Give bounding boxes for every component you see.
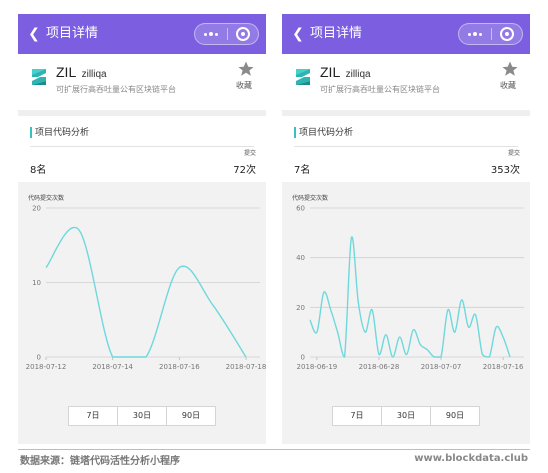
favorite-label[interactable]: 收藏 <box>500 80 516 91</box>
project-name: ZIL zilliqa <box>320 64 371 80</box>
commits-label: 提交 <box>507 150 520 157</box>
section-underline <box>30 146 254 147</box>
more-icon[interactable] <box>459 24 491 44</box>
section-title: 项目代码分析 <box>299 128 354 138</box>
navigation-bar: ❮ 项目详情 <box>18 14 266 54</box>
x-tick-label: 2018-07-07 <box>421 363 462 371</box>
range-tabs: 7日 30日 90日 <box>68 406 216 426</box>
commit-line-chart: 代码提交次数 0 10 20 2018-07-12 2018-07-14 2018-07-1… <box>26 194 267 371</box>
rank-value: 8名 <box>30 165 47 176</box>
tab-90d[interactable]: 90日 <box>431 407 479 425</box>
navigation-bar: ❮ 项目详情 <box>282 14 530 54</box>
project-symbol: ZIL <box>320 64 340 80</box>
section-accent-bar <box>30 127 32 138</box>
page-title: 项目详情 <box>46 26 99 41</box>
project-header: ZIL zilliqa 可扩展行高吞吐量公有区块链平台 收藏 <box>18 54 266 110</box>
footer-divider <box>18 449 530 450</box>
mini-program-capsule <box>458 23 523 45</box>
section-header: 项目代码分析 <box>18 116 266 150</box>
commit-chart-card: 代码提交次数 0 10 20 2018-07-12 2018-07-14 2018-07-1… <box>18 182 266 444</box>
series-line <box>309 236 511 358</box>
y-tick-label: 40 <box>296 254 305 262</box>
project-fullname: zilliqa <box>345 69 371 80</box>
chart-title: 代码提交次数 <box>292 194 328 202</box>
y-tick-label: 20 <box>296 304 305 312</box>
capsule-divider <box>491 28 492 40</box>
section-title: 项目代码分析 <box>35 128 90 138</box>
project-symbol: ZIL <box>56 64 76 80</box>
project-description: 可扩展行高吞吐量公有区块链平台 <box>320 85 440 94</box>
range-tabs: 7日 30日 90日 <box>332 406 480 426</box>
favorite-label[interactable]: 收藏 <box>236 80 252 91</box>
x-tick-label: 2018-07-16 <box>159 363 200 371</box>
project-name: ZIL zilliqa <box>56 64 107 80</box>
x-tick-label: 2018-07-16 <box>483 363 524 371</box>
mini-program-capsule <box>194 23 259 45</box>
x-tick-label: 2018-07-14 <box>92 363 133 371</box>
data-source-caption: 数据来源：链塔代码活性分析小程序 <box>20 456 180 467</box>
x-tick-label: 2018-07-12 <box>26 363 67 371</box>
y-tick-label: 60 <box>296 205 305 213</box>
commit-count: 72次 <box>233 165 256 176</box>
rank-value: 7名 <box>294 165 311 176</box>
more-icon[interactable] <box>195 24 227 44</box>
website-caption: www.blockdata.club <box>414 453 528 464</box>
x-tick-label: 2018-06-28 <box>359 363 400 371</box>
section-accent-bar <box>294 127 296 138</box>
star-icon[interactable] <box>501 60 519 78</box>
page-title: 项目详情 <box>310 26 363 41</box>
x-tick-label: 2018-06-19 <box>297 363 338 371</box>
mini-program-screen-right: ❮ 项目详情 ZIL zilliqa 可扩展行高吞吐量公有区块链平台 收藏 项目… <box>282 14 530 444</box>
y-tick-label: 0 <box>301 354 305 362</box>
close-circle-icon[interactable] <box>500 27 514 41</box>
zilliqa-logo-icon <box>296 69 310 85</box>
star-icon[interactable] <box>237 60 255 78</box>
series-line <box>45 226 247 358</box>
commit-line-chart: 代码提交次数 0 20 40 60 2018-06-19 2018-06-28 2018-07… <box>292 194 524 371</box>
project-header: ZIL zilliqa 可扩展行高吞吐量公有区块链平台 收藏 <box>282 54 530 110</box>
project-description: 可扩展行高吞吐量公有区块链平台 <box>56 85 176 94</box>
chevron-left-icon[interactable]: ❮ <box>26 25 42 43</box>
x-tick-label: 2018-07-18 <box>226 363 267 371</box>
y-tick-label: 0 <box>37 354 41 362</box>
commit-chart-card: 代码提交次数 0 20 40 60 2018-06-19 2018-06-28 2018-07… <box>282 182 530 444</box>
chart-title: 代码提交次数 <box>28 194 64 202</box>
project-fullname: zilliqa <box>81 69 107 80</box>
section-underline <box>294 146 518 147</box>
tab-7d[interactable]: 7日 <box>333 407 382 425</box>
tab-30d[interactable]: 30日 <box>118 407 167 425</box>
y-tick-label: 20 <box>32 205 41 213</box>
tab-7d[interactable]: 7日 <box>69 407 118 425</box>
capsule-divider <box>227 28 228 40</box>
commits-label: 提交 <box>243 150 256 157</box>
commit-count: 353次 <box>490 165 520 176</box>
tab-30d[interactable]: 30日 <box>382 407 431 425</box>
y-tick-label: 10 <box>32 279 41 287</box>
chevron-left-icon[interactable]: ❮ <box>290 25 306 43</box>
tab-90d[interactable]: 90日 <box>167 407 215 425</box>
mini-program-screen-left: ❮ 项目详情 ZIL zilliqa 可扩展行高吞吐量公有区块链平台 收藏 项目… <box>18 14 266 444</box>
close-circle-icon[interactable] <box>236 27 250 41</box>
zilliqa-logo-icon <box>32 69 46 85</box>
section-header: 项目代码分析 <box>282 116 530 150</box>
